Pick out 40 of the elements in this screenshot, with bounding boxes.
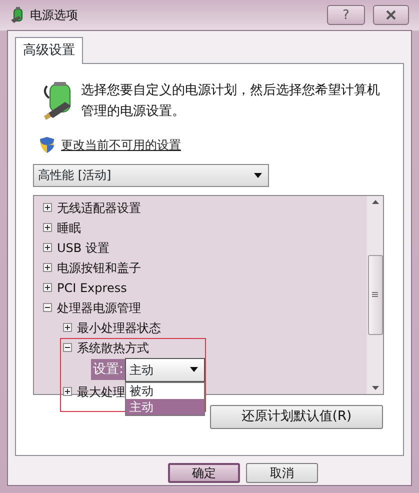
tree-item[interactable]: 电源按钮和盖子 — [57, 258, 141, 276]
tab[interactable]: 高级设置 — [15, 37, 83, 64]
tree-item[interactable]: USB 设置 — [57, 238, 110, 256]
setting-label: 设置: — [91, 358, 126, 380]
tree-item[interactable]: 最大处理 — [77, 382, 125, 400]
tree-item[interactable]: 最小处理器状态 — [77, 318, 161, 336]
expand-icon[interactable] — [43, 283, 52, 292]
grip-icon[interactable] — [372, 292, 378, 297]
tree-item[interactable]: 系统散热方式 — [77, 338, 149, 356]
dialog-button[interactable]: 取消 — [246, 462, 318, 482]
tree-item[interactable]: 处理器电源管理 — [57, 298, 141, 316]
collapse-icon[interactable] — [43, 303, 52, 312]
expand-icon[interactable] — [43, 203, 52, 212]
restore-defaults-button[interactable]: 还原计划默认值(R) — [210, 404, 383, 428]
scroll-up-icon[interactable] — [372, 200, 378, 204]
tree-item[interactable]: 无线适配器设置 — [57, 198, 141, 216]
window-title: 电源选项 — [30, 7, 78, 24]
expand-icon[interactable] — [63, 387, 72, 396]
dropdown-option[interactable]: 主动 — [126, 398, 204, 414]
intro-text: 选择您要自定义的电源计划，然后选择您希望计算机管理的电源设置。 — [81, 82, 381, 120]
dialog-button[interactable]: 确定 — [168, 462, 240, 482]
expand-icon[interactable] — [43, 243, 52, 252]
tree-item[interactable]: PCI Express — [57, 278, 127, 296]
tree-item[interactable]: 睡眠 — [57, 218, 81, 236]
power-plug-icon — [9, 6, 25, 24]
dropdown-arrow-icon — [254, 172, 262, 178]
scroll-down-icon[interactable] — [372, 386, 378, 390]
plan-select[interactable]: 高性能 [活动] — [33, 164, 269, 186]
scrollbar[interactable] — [366, 196, 383, 394]
settings-link[interactable]: 更改当前不可用的设置 — [61, 136, 181, 154]
expand-icon[interactable] — [43, 263, 52, 272]
dropdown-option[interactable]: 被动 — [126, 382, 204, 398]
collapse-icon[interactable] — [63, 343, 72, 352]
expand-icon[interactable] — [63, 323, 72, 332]
expand-icon[interactable] — [43, 223, 52, 232]
close-icon — [385, 9, 397, 21]
shield-icon — [39, 136, 55, 154]
close-button[interactable] — [373, 5, 409, 25]
help-button[interactable]: ? — [327, 5, 365, 25]
dropdown-arrow-icon — [190, 367, 198, 372]
